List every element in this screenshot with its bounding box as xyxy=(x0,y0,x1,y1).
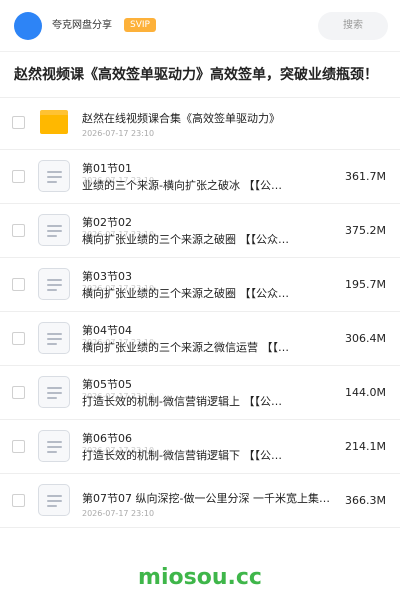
file-row[interactable]: 第02节02 2026-07-17 23:10 横向扩张业绩的三个来源之破圈 【… xyxy=(0,204,400,258)
file-row[interactable]: 第01节01 2026-07-17 23:10 业绩的三个来源-横向扩张之破冰 … xyxy=(0,150,400,204)
file-subtitle: 打造长效的机制-微信营销逻辑上 【【公… xyxy=(82,395,282,408)
file-subtitle: 打造长效的机制-微信营销逻辑下 【【公… xyxy=(82,449,282,462)
file-size: 144.0M xyxy=(345,386,386,399)
folder-date: 2026-07-17 23:10 xyxy=(82,129,155,138)
file-name: 第04节04 xyxy=(82,324,132,337)
row-checkbox[interactable] xyxy=(12,440,25,453)
file-size: 195.7M xyxy=(345,278,386,291)
svip-badge: SVIP xyxy=(124,18,156,32)
file-name: 第02节02 xyxy=(82,216,132,229)
file-name: 第05节05 xyxy=(82,378,132,391)
row-checkbox[interactable] xyxy=(12,224,25,237)
row-checkbox[interactable] xyxy=(12,278,25,291)
file-size: 214.1M xyxy=(345,440,386,453)
document-icon xyxy=(38,214,70,246)
watermark-text: miosou.cc xyxy=(138,565,262,590)
folder-icon xyxy=(40,110,68,134)
row-checkbox[interactable] xyxy=(12,116,25,129)
file-subtitle: 业绩的三个来源-横向扩张之破冰 【【公… xyxy=(82,179,282,192)
file-subtitle: 横向扩张业绩的三个来源之微信运营 【【… xyxy=(82,341,289,354)
file-subtitle: 横向扩张业绩的三个来源之破圈 【【公众… xyxy=(82,233,289,246)
row-checkbox[interactable] xyxy=(12,386,25,399)
file-name: 第07节07 纵向深挖-做一公里分深 一千米宽上集… xyxy=(82,492,330,505)
share-header: 夸克网盘分享 SVIP 搜索 xyxy=(0,0,400,52)
file-list: 赵然在线视频课合集《高效签单驱动力》 2026-07-17 23:10 第01节… xyxy=(0,98,400,528)
user-avatar[interactable] xyxy=(14,12,42,40)
row-checkbox[interactable] xyxy=(12,494,25,507)
page-title: 赵然视频课《高效签单驱动力》高效签单，突破业绩瓶颈！ xyxy=(14,67,378,83)
share-owner-name: 夸克网盘分享 xyxy=(52,20,112,31)
file-row[interactable]: 第07节07 纵向深挖-做一公里分深 一千米宽上集… 2026-07-17 23… xyxy=(0,474,400,528)
file-size: 361.7M xyxy=(345,170,386,183)
file-row[interactable]: 第05节05 2026-07-17 23:10 打造长效的机制-微信营销逻辑上 … xyxy=(0,366,400,420)
file-row[interactable]: 第03节03 2026-07-17 23:10 横向扩张业绩的三个来源之破圈 【… xyxy=(0,258,400,312)
file-size: 375.2M xyxy=(345,224,386,237)
row-checkbox[interactable] xyxy=(12,170,25,183)
file-size: 306.4M xyxy=(345,332,386,345)
document-icon xyxy=(38,430,70,462)
file-name: 第06节06 xyxy=(82,432,132,445)
document-icon xyxy=(38,322,70,354)
file-name: 第01节01 xyxy=(82,162,132,175)
file-name: 第03节03 xyxy=(82,270,132,283)
file-date: 2026-07-17 23:10 xyxy=(82,509,155,518)
file-row[interactable]: 第04节04 2026-07-17 23:10 横向扩张业绩的三个来源之微信运营… xyxy=(0,312,400,366)
folder-row[interactable]: 赵然在线视频课合集《高效签单驱动力》 2026-07-17 23:10 xyxy=(0,98,400,150)
title-bar: 赵然视频课《高效签单驱动力》高效签单，突破业绩瓶颈！ xyxy=(0,52,400,98)
file-size: 366.3M xyxy=(345,494,386,507)
row-checkbox[interactable] xyxy=(12,332,25,345)
document-icon xyxy=(38,484,70,516)
document-icon xyxy=(38,160,70,192)
search-box[interactable]: 搜索 xyxy=(318,12,388,40)
file-subtitle: 横向扩张业绩的三个来源之破圈 【【公众… xyxy=(82,287,289,300)
folder-name: 赵然在线视频课合集《高效签单驱动力》 xyxy=(82,112,280,125)
document-icon xyxy=(38,268,70,300)
file-row[interactable]: 第06节06 2026-07-17 23:10 打造长效的机制-微信营销逻辑下 … xyxy=(0,420,400,474)
document-icon xyxy=(38,376,70,408)
